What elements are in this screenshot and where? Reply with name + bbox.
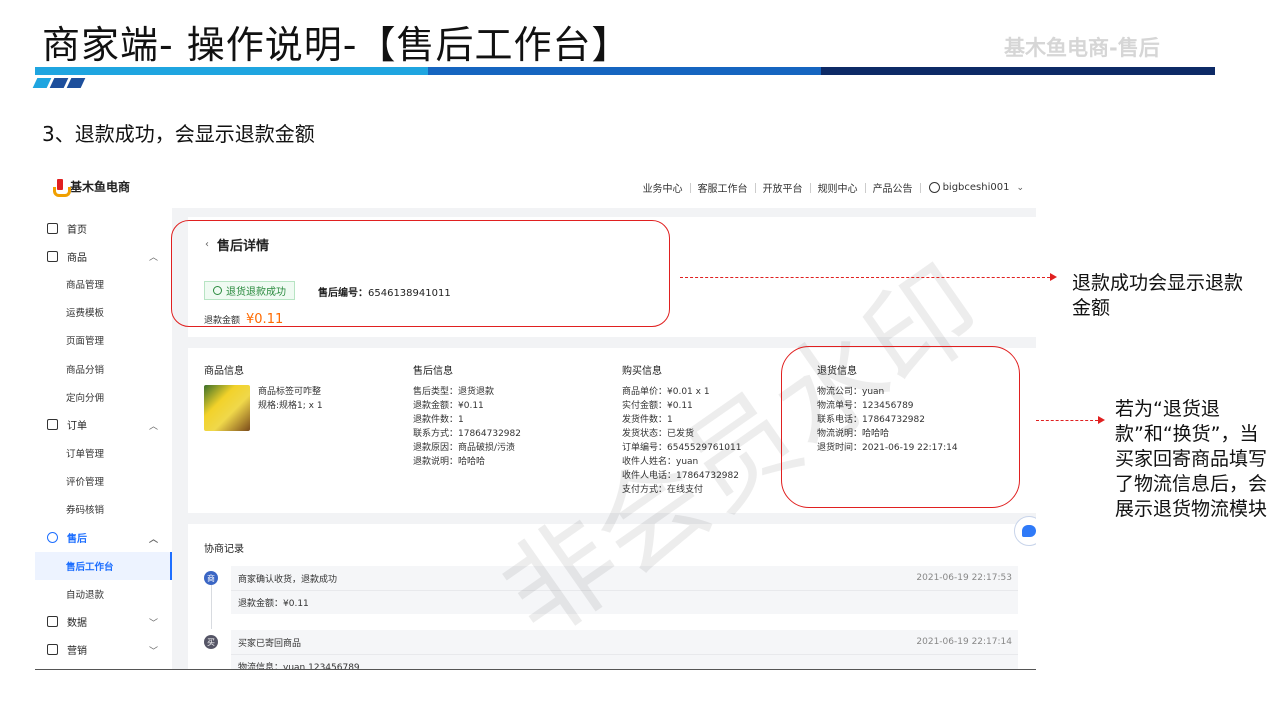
- sidebar-group-home[interactable]: 首页: [35, 214, 172, 242]
- logo-icon: [53, 178, 71, 197]
- sidebar-group-marketing[interactable]: 营销 ﹀: [35, 636, 172, 664]
- top-bar: 基木鱼电商 业务中心 客服工作台 开放平台 规则中心 产品公告 bigbcesh…: [35, 166, 1036, 208]
- user-menu[interactable]: bigbceshi001 ⌄: [921, 182, 1024, 193]
- sidebar-item-page-manage[interactable]: 页面管理: [35, 326, 172, 354]
- user-icon: [928, 182, 940, 193]
- chevron-down-icon: ﹀: [148, 618, 158, 629]
- sidebar-item-coupon-verify[interactable]: 券码核销: [35, 495, 172, 523]
- purchase-info-line: 收件人电话：17864732982: [622, 471, 739, 481]
- callout-note-return: 若为“退货退款”和“换货”，当买家回寄商品填写了物流信息后，会展示退货物流模块: [1115, 398, 1268, 520]
- arrow-right-icon: [1050, 273, 1057, 281]
- sidebar-item-goods-manage[interactable]: 商品管理: [35, 270, 172, 298]
- chevron-up-icon: ︿: [148, 253, 158, 263]
- purchase-info-line: 发货件数：1: [622, 415, 673, 425]
- purchase-info-line: 商品单价：¥0.01 x 1: [622, 387, 710, 397]
- aftersale-info: 售后信息 售后类型：退货退款 退款金额：¥0.11 退款件数：1 联系方式：17…: [413, 365, 521, 469]
- slide-title: 商家端- 操作说明-【售后工作台】: [42, 23, 631, 67]
- step-text: 3、退款成功，会显示退款金额: [42, 122, 315, 146]
- header-decoration: [32, 78, 86, 88]
- record-body: 物流信息：yuan 123456789: [231, 654, 1018, 669]
- product-image[interactable]: [204, 385, 250, 431]
- purchase-info-title: 购买信息: [622, 366, 662, 377]
- sidebar-label: 首页: [67, 224, 87, 236]
- record-time: 2021-06-19 22:17:53: [916, 573, 1012, 583]
- buyer-badge-icon: 买: [204, 635, 218, 649]
- sidebar-label: 营销: [67, 646, 87, 658]
- sidebar-item-aftersale-workbench[interactable]: 售后工作台: [35, 551, 172, 580]
- sidebar-item-order-manage[interactable]: 订单管理: [35, 439, 172, 467]
- aftersale-info-title: 售后信息: [413, 366, 453, 377]
- purchase-info-line: 实付金额：¥0.11: [622, 401, 693, 411]
- record-body: 退款金额：¥0.11: [231, 590, 1018, 614]
- record-head: 买家已寄回商品: [238, 638, 302, 649]
- sidebar-group-data[interactable]: 数据 ﹀: [35, 608, 172, 636]
- sidebar-item-review-manage[interactable]: 评价管理: [35, 467, 172, 495]
- nav-product-notice[interactable]: 产品公告: [866, 180, 920, 195]
- arrow-right-icon: [1098, 416, 1105, 424]
- aftersale-info-line: 退款原因：商品破损/污渍: [413, 443, 516, 453]
- chevron-down-icon: ﹀: [148, 646, 158, 657]
- sidebar-item-goods-distribution[interactable]: 商品分销: [35, 355, 172, 383]
- slide-brand: 基木鱼电商-售后: [1004, 36, 1160, 60]
- header-bar: [35, 67, 1215, 75]
- aftersale-info-line: 退款说明：哈哈哈: [413, 457, 486, 467]
- highlight-return-info: [781, 346, 1020, 508]
- user-name: bigbceshi001: [942, 182, 1010, 193]
- merchant-badge-icon: 商: [204, 571, 218, 585]
- logo-text: 基木鱼电商: [70, 180, 131, 194]
- record-time: 2021-06-19 22:17:14: [916, 637, 1012, 647]
- purchase-info: 购买信息 商品单价：¥0.01 x 1 实付金额：¥0.11 发货件数：1 发货…: [622, 365, 741, 497]
- record-head: 商家确认收货，退款成功: [238, 574, 338, 585]
- nav-service-workbench[interactable]: 客服工作台: [691, 180, 755, 195]
- sidebar-group-orders[interactable]: 订单 ︿: [35, 411, 172, 439]
- aftersale-icon: [47, 532, 58, 543]
- sidebar: 首页 商品 ︿ 商品管理 运费模板 页面管理 商品分销 定向分佣 订单 ︿ 订单管理…: [35, 208, 172, 669]
- sidebar-group-goods[interactable]: 商品 ︿: [35, 242, 172, 270]
- nav-business-center[interactable]: 业务中心: [636, 180, 690, 195]
- gift-icon: [47, 644, 58, 656]
- chat-button[interactable]: [1014, 516, 1036, 546]
- callout-line-2: [1036, 420, 1098, 421]
- sidebar-label: 数据: [67, 618, 87, 630]
- nav-rule-center[interactable]: 规则中心: [811, 180, 865, 195]
- chat-icon: [1022, 525, 1036, 537]
- purchase-info-line: 订单编号：6545529761011: [622, 443, 742, 453]
- aftersale-info-line: 售后类型：退货退款: [413, 387, 495, 397]
- product-spec: 规格:规格1; x 1: [258, 401, 323, 411]
- purchase-info-line: 发货状态：已发货: [622, 429, 695, 439]
- nav-open-platform[interactable]: 开放平台: [756, 180, 810, 195]
- product-name: 商品标签可咋整: [258, 387, 322, 397]
- goods-info: 商品信息 商品标签可咋整 规格:规格1; x 1: [204, 365, 323, 431]
- goods-icon: [47, 250, 58, 262]
- highlight-refund-summary: [171, 220, 670, 327]
- sidebar-label: 售后: [67, 534, 87, 545]
- home-icon: [47, 222, 58, 234]
- purchase-info-line: 收件人姓名：yuan: [622, 457, 699, 467]
- sidebar-item-directed-commission[interactable]: 定向分佣: [35, 383, 172, 411]
- goods-info-title: 商品信息: [204, 366, 244, 377]
- callout-note-refund: 退款成功会显示退款金额: [1072, 272, 1244, 319]
- app-logo[interactable]: 基木鱼电商: [53, 178, 131, 197]
- purchase-info-line: 支付方式：在线支付: [622, 485, 704, 495]
- top-nav: 业务中心 客服工作台 开放平台 规则中心 产品公告 bigbceshi001 ⌄: [636, 180, 1024, 195]
- sidebar-item-freight-template[interactable]: 运费模板: [35, 298, 172, 326]
- chevron-down-icon: ⌄: [1016, 182, 1024, 193]
- sidebar-group-aftersale[interactable]: 售后 ︿: [35, 524, 172, 552]
- negotiation-records: 协商记录 商 商家确认收货，退款成功 2021-06-19 22:17:53 退款…: [188, 524, 1036, 669]
- sidebar-label: 订单: [67, 421, 87, 433]
- callout-line-1: [680, 277, 1050, 278]
- aftersale-info-line: 退款金额：¥0.11: [413, 401, 484, 411]
- sidebar-item-auto-refund[interactable]: 自动退款: [35, 580, 172, 608]
- sidebar-label: 商品: [67, 252, 87, 264]
- chevron-up-icon: ︿: [148, 534, 158, 545]
- aftersale-info-line: 联系方式：17864732982: [413, 429, 521, 439]
- chart-icon: [47, 616, 58, 628]
- order-icon: [47, 419, 58, 431]
- chevron-up-icon: ︿: [148, 421, 158, 432]
- aftersale-info-line: 退款件数：1: [413, 415, 464, 425]
- records-title: 协商记录: [204, 544, 244, 555]
